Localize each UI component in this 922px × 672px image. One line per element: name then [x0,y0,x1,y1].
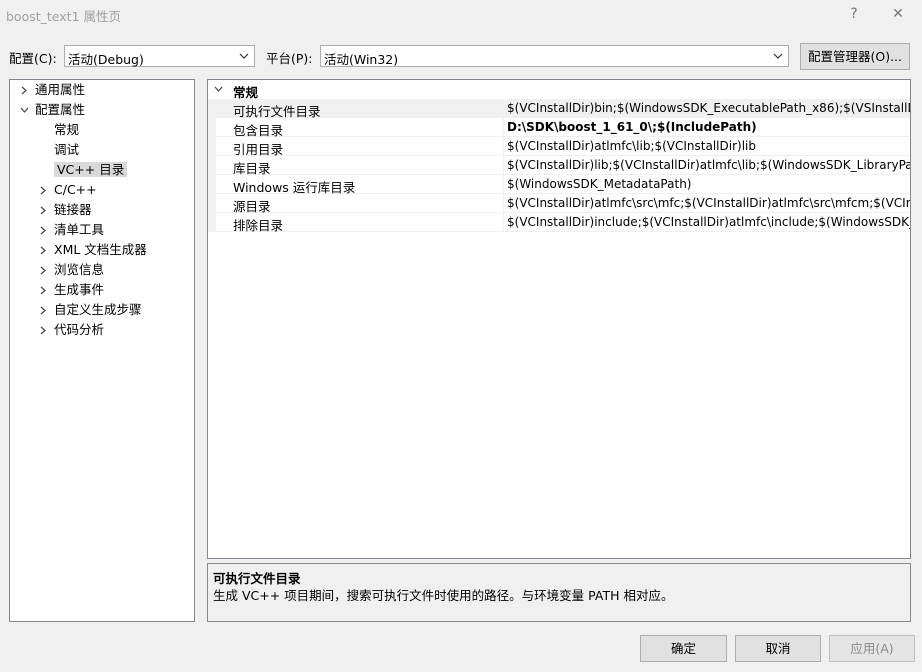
tree-item-label: 配置属性 [35,102,86,117]
tree-item-label: 常规 [54,122,80,137]
description-body: 生成 VC++ 项目期间，搜索可执行文件时使用的路径。与环境变量 PATH 相对… [213,588,674,603]
config-dropdown[interactable]: 活动(Debug) [64,45,255,67]
row-gutter [208,156,216,175]
tree-item-label: 通用属性 [35,82,86,97]
tree-item[interactable]: 自定义生成步骤 [40,301,142,319]
property-row[interactable]: 源目录 $(VCInstallDir)atlmfc\src\mfc;$(VCIns… [208,194,910,214]
row-gutter [208,213,216,232]
platform-label: 平台(P): [266,51,313,66]
tree-item[interactable]: 生成事件 [40,281,105,299]
chevron-right-icon[interactable] [38,261,48,279]
property-value[interactable]: $(VCInstallDir)bin;$(WindowsSDK_Executab… [507,101,910,115]
column-divider [503,175,504,194]
tree-item[interactable]: 常规 [54,121,79,139]
column-divider [503,137,504,156]
tree-item-label: 自定义生成步骤 [54,302,142,317]
chevron-right-icon[interactable] [38,181,48,199]
tree-item-label: 链接器 [54,202,92,217]
tree-item[interactable]: 链接器 [40,201,92,219]
cancel-button[interactable]: 取消 [735,635,821,662]
config-label: 配置(C): [9,51,57,66]
property-value[interactable]: $(WindowsSDK_MetadataPath) [507,177,691,191]
chevron-down-icon[interactable] [213,80,223,98]
tree-item[interactable]: 清单工具 [40,221,105,239]
help-button[interactable]: ? [843,4,865,24]
column-divider [503,99,504,118]
property-row[interactable]: Windows 运行库目录 $(WindowsSDK_MetadataPath) [208,175,910,195]
tree-item[interactable]: C/C++ [40,181,97,199]
tree-item[interactable]: 代码分析 [40,321,105,339]
chevron-right-icon[interactable] [19,81,29,99]
property-value[interactable]: $(VCInstallDir)include;$(VCInstallDir)at… [507,215,910,229]
platform-dropdown-value: 活动(Win32) [324,52,399,67]
tree-item-label: 调试 [54,142,80,157]
chevron-down-icon [770,46,786,66]
tree-item[interactable]: 配置属性 [20,101,86,119]
property-grid: 常规 可执行文件目录 $(VCInstallDir)bin;$(WindowsSD… [207,79,911,559]
property-value[interactable]: $(VCInstallDir)atlmfc\lib;$(VCInstallDir… [507,139,756,153]
property-name: 排除目录 [233,218,284,233]
row-gutter [208,118,216,137]
column-divider [503,194,504,213]
tree-item-label: 代码分析 [54,322,105,337]
category-header[interactable]: 常规 [208,80,910,100]
config-dropdown-value: 活动(Debug) [68,52,144,67]
property-tree: 通用属性配置属性常规调试 VC++ 目录 C/C++ 链接器清单工具 XML 文档生成器… [9,79,195,622]
chevron-down-icon [236,46,252,66]
tree-item-label: 浏览信息 [54,262,105,277]
chevron-right-icon[interactable] [38,221,48,239]
property-row[interactable]: 排除目录 $(VCInstallDir)include;$(VCInstallDi… [208,213,910,233]
row-gutter [208,175,216,194]
config-manager-button[interactable]: 配置管理器(O)... [800,43,910,70]
ok-button[interactable]: 确定 [640,635,727,662]
window-title: boost_text1 属性页 [6,9,121,24]
platform-dropdown[interactable]: 活动(Win32) [320,45,789,67]
tree-item-label: 生成事件 [54,282,105,297]
property-row[interactable]: 包含目录 D:\SDK\boost_1_61_0\;$(IncludePath) [208,118,910,138]
close-button[interactable]: ✕ [887,4,909,24]
chevron-right-icon[interactable] [38,201,48,219]
column-divider [503,156,504,175]
tree-item[interactable]: 通用属性 [21,81,86,99]
tree-item[interactable]: 浏览信息 [40,261,105,279]
row-gutter [208,137,216,156]
tree-item-label: C/C++ [54,182,97,197]
chevron-right-icon[interactable] [38,321,48,339]
tree-item[interactable]: 调试 [54,141,79,159]
row-gutter [208,99,216,118]
tree-item[interactable]: XML 文档生成器 [40,241,147,259]
row-gutter [208,194,216,213]
property-value[interactable]: $(VCInstallDir)atlmfc\src\mfc;$(VCInstal… [507,196,910,210]
tree-item[interactable]: VC++ 目录 [54,161,128,179]
column-divider [503,118,504,137]
property-value[interactable]: $(VCInstallDir)lib;$(VCInstallDir)atlmfc… [507,158,910,172]
chevron-right-icon[interactable] [38,241,48,259]
column-divider [503,213,504,232]
property-row[interactable]: 库目录 $(VCInstallDir)lib;$(VCInstallDir)atl… [208,156,910,176]
chevron-right-icon[interactable] [38,301,48,319]
tree-item-label: VC++ 目录 [54,162,128,177]
apply-button[interactable]: 应用(A) [829,635,915,662]
property-row[interactable]: 引用目录 $(VCInstallDir)atlmfc\lib;$(VCInstal… [208,137,910,157]
tree-item-label: 清单工具 [54,222,105,237]
chevron-right-icon[interactable] [38,281,48,299]
property-value[interactable]: D:\SDK\boost_1_61_0\;$(IncludePath) [507,120,757,134]
tree-item-label: XML 文档生成器 [54,242,147,257]
property-row[interactable]: 可执行文件目录 $(VCInstallDir)bin;$(WindowsSDK_E… [208,99,910,119]
description-panel: 可执行文件目录 生成 VC++ 项目期间，搜索可执行文件时使用的路径。与环境变量… [207,563,911,622]
title-bar: boost_text1 属性页 ? ✕ [0,0,922,28]
chevron-down-icon[interactable] [19,101,29,119]
